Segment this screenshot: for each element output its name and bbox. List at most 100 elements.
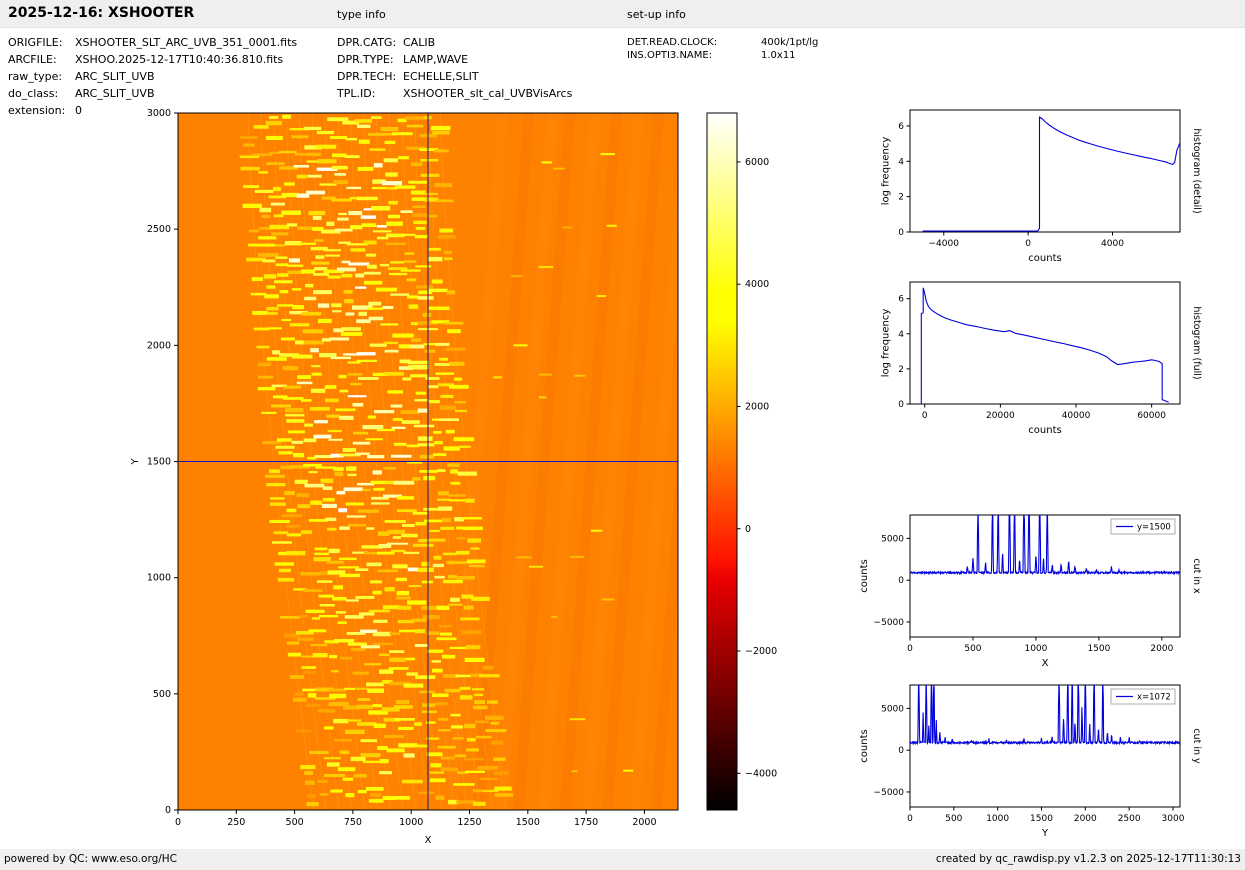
svg-text:6000: 6000 — [745, 157, 769, 168]
type-info-row: DPR.TYPE: LAMP,WAVE — [337, 53, 572, 70]
field-value: ARC_SLIT_UVB — [75, 70, 155, 83]
field-label: DPR.CATG: — [337, 36, 397, 49]
svg-text:2500: 2500 — [147, 224, 171, 235]
svg-text:−4000: −4000 — [929, 239, 960, 249]
field-label: extension: — [8, 104, 66, 117]
svg-text:0: 0 — [745, 524, 751, 535]
setup-info-row: INS.OPTI3.NAME: 1.0x11 — [627, 50, 818, 63]
svg-text:1750: 1750 — [574, 817, 598, 828]
field-label: ARCFILE: — [8, 53, 57, 66]
svg-text:0: 0 — [907, 644, 913, 654]
field-label: DET.READ.CLOCK: — [627, 37, 718, 48]
field-value: XSHOO.2025-12-17T10:40:36.810.fits — [75, 53, 284, 66]
field-label: ORIGFILE: — [8, 36, 63, 49]
footer-left-text: powered by QC: www.eso.org/HC — [4, 853, 178, 865]
cut-in-x-plot: 0 500 1000 1500 2000 −5000 0 5000 Xcounts cut in … — [844, 503, 1222, 673]
field-label: DPR.TYPE: — [337, 53, 394, 66]
histogram-detail-plot: −4000 0 4000 0 2 4 6 counts log frequency histogr… — [844, 98, 1222, 268]
svg-text:60000: 60000 — [1137, 411, 1166, 421]
svg-text:4000: 4000 — [1101, 239, 1124, 249]
file-info-block: ORIGFILE: XSHOOTER_SLT_ARC_UVB_351_0001.f… — [8, 36, 297, 121]
svg-text:0: 0 — [922, 411, 928, 421]
svg-text:0: 0 — [898, 746, 904, 756]
svg-text:0: 0 — [165, 805, 171, 816]
field-label: TPL.ID: — [337, 87, 376, 100]
x-axis-label: X — [1042, 658, 1049, 669]
svg-text:4: 4 — [898, 330, 904, 340]
page-title: 2025-12-16: XSHOOTER — [8, 5, 195, 21]
setup-info-heading: set-up info — [627, 8, 686, 21]
svg-text:0: 0 — [898, 228, 904, 238]
x-axis-label: X — [425, 835, 432, 846]
svg-text:2000: 2000 — [632, 817, 656, 828]
type-info-row: DPR.CATG: CALIB — [337, 36, 572, 53]
field-label: raw_type: — [8, 70, 63, 83]
svg-text:40000: 40000 — [1062, 411, 1091, 421]
y-axis-label: log frequency — [881, 309, 892, 378]
histogram_full-svg: 0 20000 40000 60000 0 2 4 6 counts log frequency h… — [881, 281, 1202, 436]
svg-text:500: 500 — [945, 814, 962, 824]
legend-label: x=1072 — [1137, 693, 1171, 703]
file-info-row: do_class: ARC_SLIT_UVB — [8, 87, 297, 104]
cut_in_x-svg: 0 500 1000 1500 2000 −5000 0 5000 Xcounts cut in … — [859, 514, 1202, 669]
svg-text:2000: 2000 — [745, 401, 769, 412]
svg-text:6: 6 — [898, 295, 904, 305]
footer-right-text: created by qc_rawdisp.py v1.2.3 on 2025-… — [935, 853, 1241, 865]
raw-frame-canvas — [178, 113, 678, 810]
svg-text:2000: 2000 — [1074, 814, 1097, 824]
setup-info-row: DET.READ.CLOCK: 400k/1pt/lg — [627, 37, 818, 50]
svg-text:2: 2 — [898, 193, 904, 203]
colorbar-axes: 6000 4000 2000 0 −2000 −4000 — [706, 112, 777, 811]
file-info-row: raw_type: ARC_SLIT_UVB — [8, 70, 297, 87]
side-label: cut in y — [1191, 728, 1202, 764]
histogram-full-plot: 0 20000 40000 60000 0 2 4 6 counts log frequency h… — [844, 270, 1222, 440]
svg-text:0: 0 — [175, 817, 181, 828]
svg-text:1500: 1500 — [1087, 644, 1110, 654]
y-axis-label: counts — [859, 559, 870, 592]
histogram_detail-svg: −4000 0 4000 0 2 4 6 counts log frequency histogr… — [881, 109, 1202, 264]
svg-text:0: 0 — [898, 400, 904, 410]
svg-text:1000: 1000 — [986, 814, 1009, 824]
svg-text:−4000: −4000 — [745, 768, 777, 779]
svg-text:2000: 2000 — [147, 340, 171, 351]
svg-text:3000: 3000 — [1162, 814, 1185, 824]
field-value: XSHOOTER_slt_cal_UVBVisArcs — [403, 87, 573, 100]
side-label: histogram (detail) — [1191, 128, 1202, 213]
side-label: histogram (full) — [1191, 306, 1202, 379]
svg-text:500: 500 — [286, 817, 304, 828]
svg-text:2500: 2500 — [1118, 814, 1141, 824]
field-label: DPR.TECH: — [337, 70, 397, 83]
setup-info-block: DET.READ.CLOCK: 400k/1pt/lg INS.OPTI3.NAM… — [627, 37, 818, 63]
file-info-row: ORIGFILE: XSHOOTER_SLT_ARC_UVB_351_0001.f… — [8, 36, 297, 53]
svg-text:1000: 1000 — [1024, 644, 1047, 654]
type-info-row: DPR.TECH: ECHELLE,SLIT — [337, 70, 572, 87]
svg-text:2: 2 — [898, 365, 904, 375]
svg-text:6: 6 — [898, 122, 904, 132]
file-info-row: ARCFILE: XSHOO.2025-12-17T10:40:36.810.fi… — [8, 53, 297, 70]
field-value: 400k/1pt/lg — [761, 37, 819, 48]
svg-text:500: 500 — [153, 689, 171, 700]
axes-frame — [909, 281, 1181, 405]
svg-text:2000: 2000 — [1150, 644, 1173, 654]
y-axis-label: log frequency — [881, 137, 892, 206]
svg-text:−5000: −5000 — [874, 618, 905, 628]
svg-text:20000: 20000 — [986, 411, 1015, 421]
svg-text:1500: 1500 — [147, 457, 171, 468]
header-bar: 2025-12-16: XSHOOTER type info set-up in… — [0, 0, 1245, 28]
svg-text:5000: 5000 — [881, 704, 904, 714]
svg-text:0: 0 — [898, 576, 904, 586]
type-info-row: TPL.ID: XSHOOTER_slt_cal_UVBVisArcs — [337, 87, 572, 104]
type-info-block: DPR.CATG: CALIB DPR.TYPE: LAMP,WAVE DPR.TE… — [337, 36, 572, 104]
svg-text:4000: 4000 — [745, 279, 769, 290]
axes-frame — [909, 109, 1181, 233]
y-axis-label: Y — [130, 458, 141, 466]
field-value: XSHOOTER_SLT_ARC_UVB_351_0001.fits — [75, 36, 298, 49]
x-axis-label: counts — [1028, 253, 1061, 264]
svg-text:500: 500 — [964, 644, 981, 654]
svg-text:1000: 1000 — [147, 573, 171, 584]
x-axis-label: counts — [1028, 425, 1061, 436]
svg-text:5000: 5000 — [881, 534, 904, 544]
field-value: CALIB — [403, 36, 436, 49]
cut-in-y-plot: 0 500 1000 1500 2000 2500 3000 −5000 0 5000 Ycount… — [844, 673, 1222, 843]
svg-text:0: 0 — [1025, 239, 1031, 249]
